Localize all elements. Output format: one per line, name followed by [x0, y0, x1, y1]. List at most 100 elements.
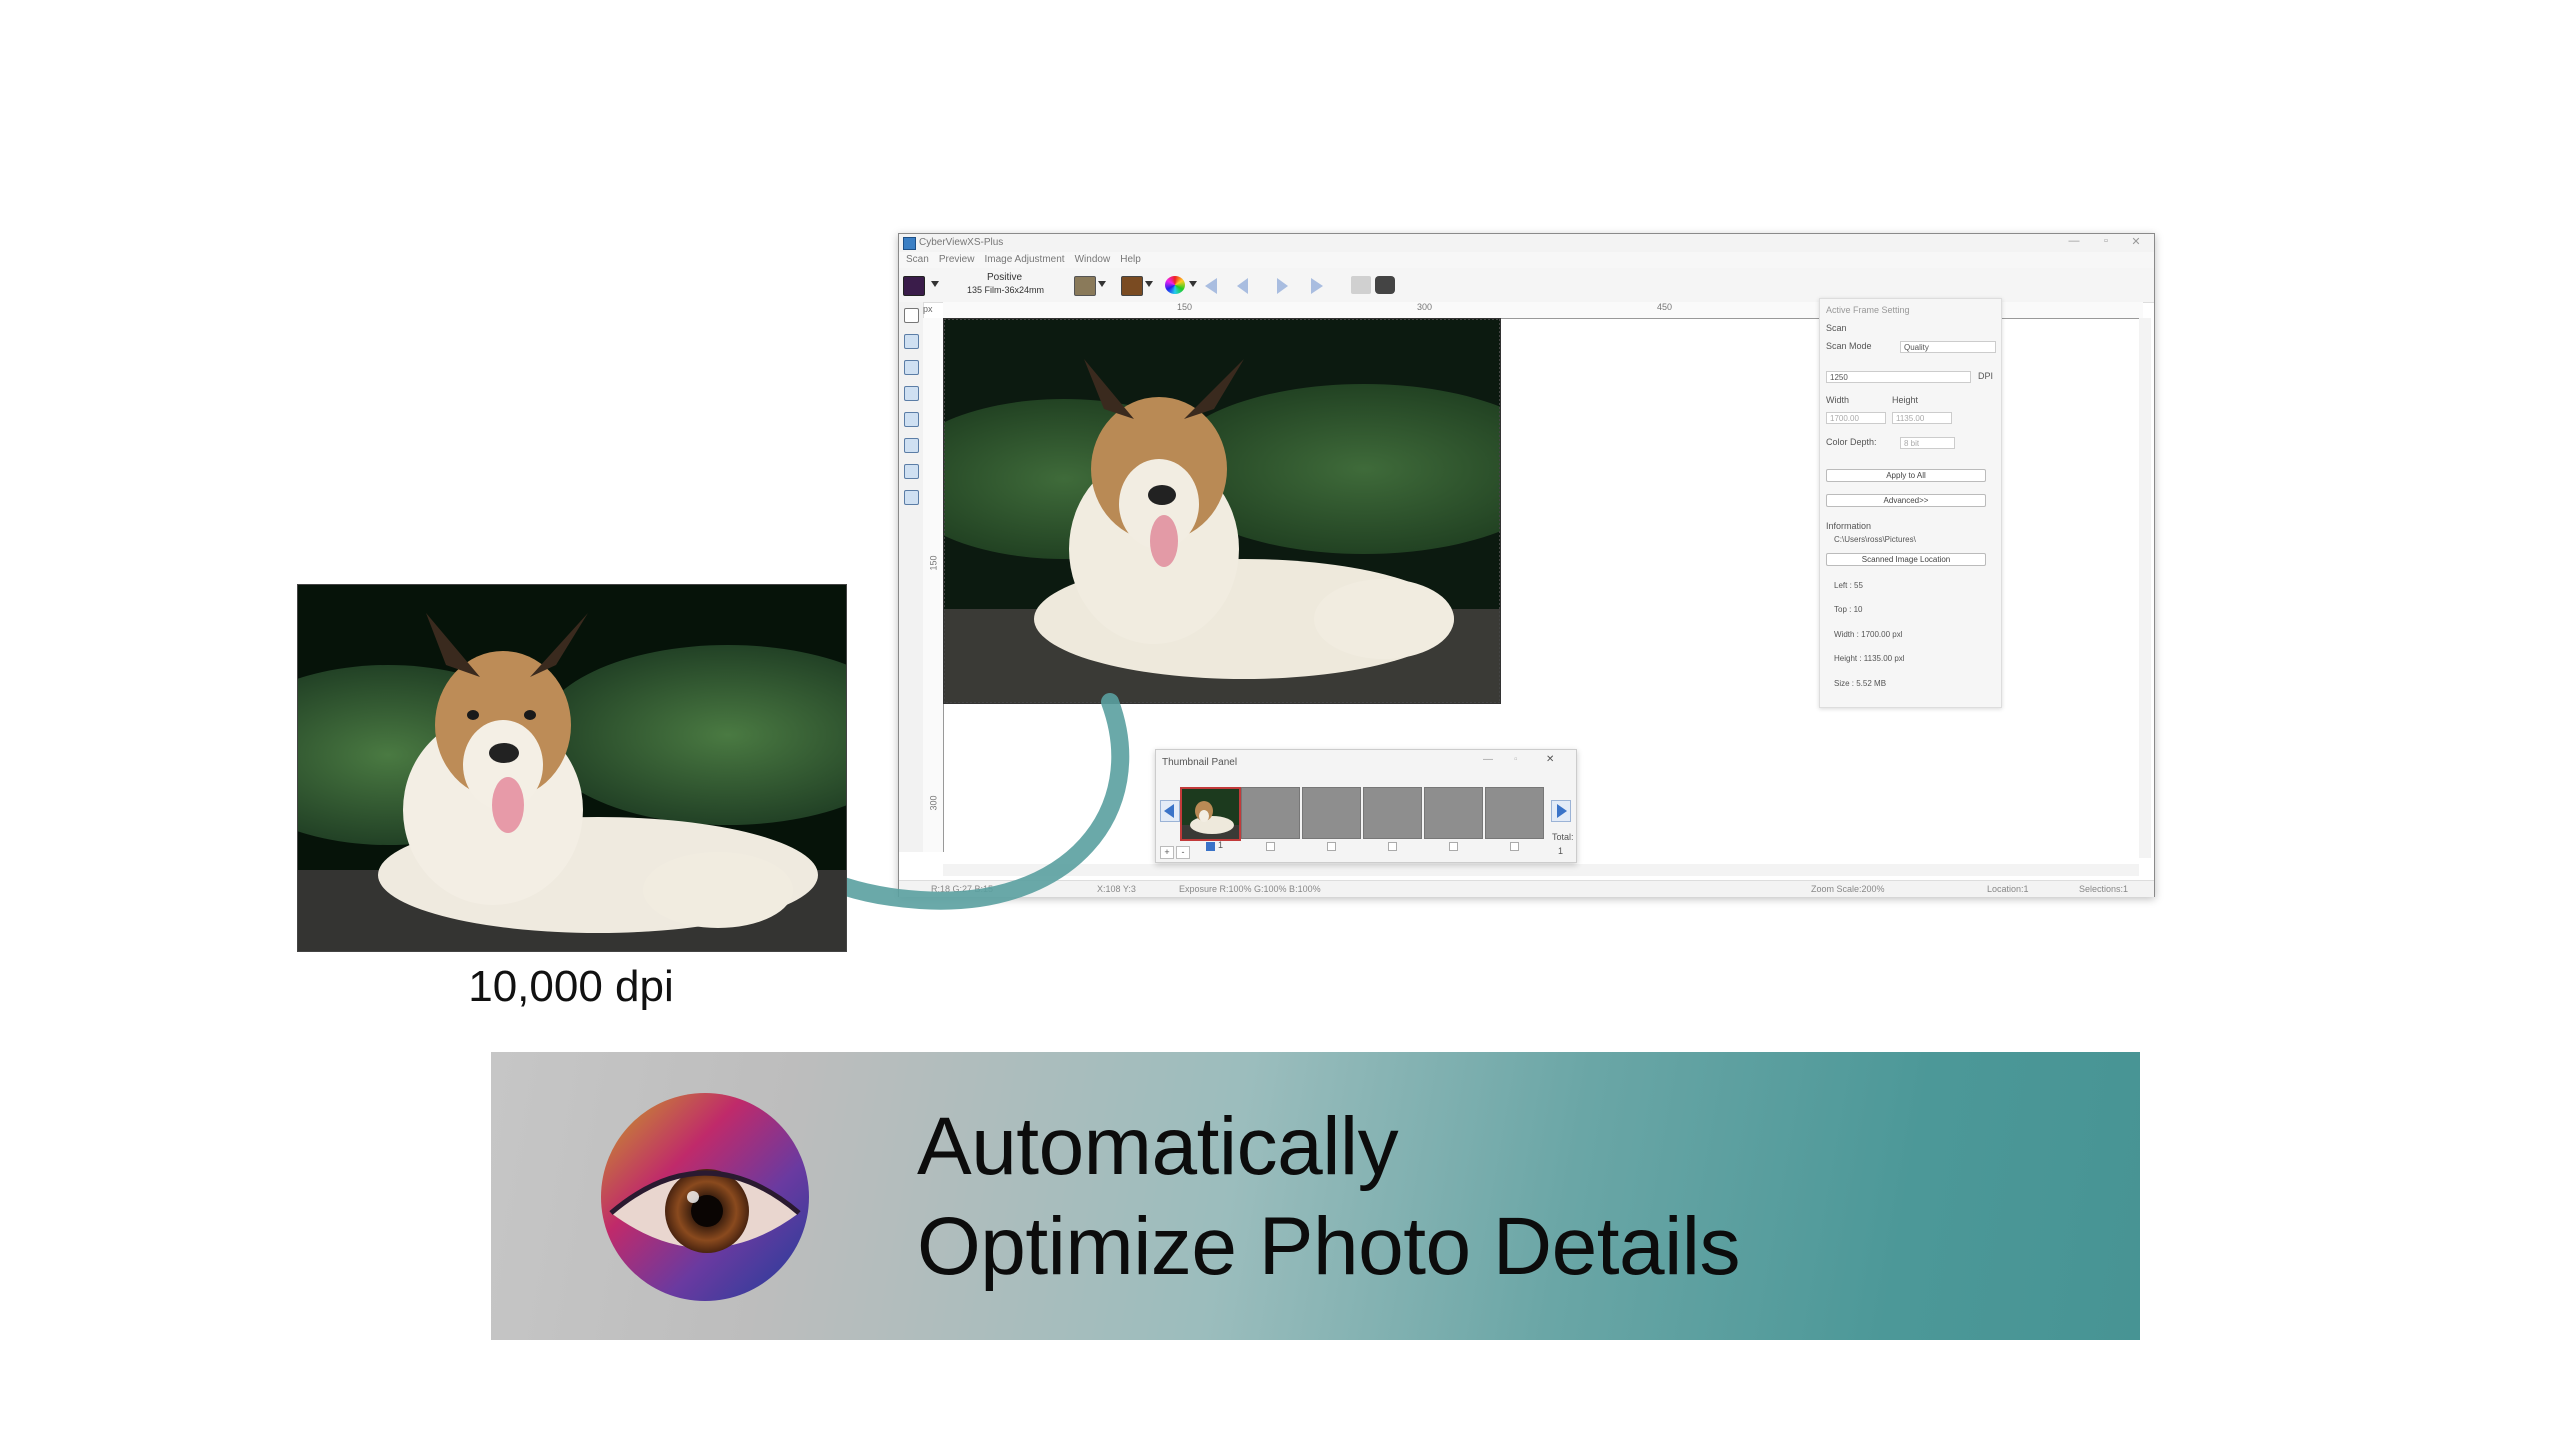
section-scan: Scan: [1826, 323, 1847, 333]
color-wheel-icon[interactable]: [1165, 276, 1185, 294]
hand-tool-icon[interactable]: [1351, 276, 1371, 294]
information-label: Information: [1826, 521, 1872, 531]
eye-logo: [601, 1093, 809, 1301]
scan-mode-label: Scan Mode: [1826, 341, 1872, 351]
maximize-icon[interactable]: ▫: [1514, 754, 1518, 765]
thumbnail-empty[interactable]: [1485, 787, 1544, 839]
height-label: Height: [1892, 395, 1919, 405]
menu-image-adjustment[interactable]: Image Adjustment: [985, 254, 1065, 265]
close-icon[interactable]: ✕: [2121, 235, 2151, 248]
top-info: Top : 10: [1834, 605, 1863, 614]
thumbnail-number: 1: [1218, 840, 1224, 850]
total-value: 1: [1558, 846, 1564, 856]
thumbnail-empty[interactable]: [1363, 787, 1422, 839]
maximize-icon[interactable]: ▫: [2091, 235, 2121, 247]
ruler-tick-label: 150: [928, 555, 939, 571]
thumbnail-frame[interactable]: [1180, 787, 1241, 841]
ruler-tick-label: 450: [1657, 302, 1673, 312]
thumbnail-checkbox[interactable]: [1327, 842, 1336, 851]
select-tool-icon[interactable]: [904, 308, 919, 323]
menu-scan[interactable]: Scan: [906, 254, 929, 265]
crop-icon[interactable]: [904, 438, 919, 453]
preview-thumb-icon[interactable]: [903, 276, 925, 296]
color-depth-select[interactable]: 8 bit: [1900, 437, 1955, 449]
status-selections: Selections:1: [2079, 884, 2129, 894]
zoom-out-icon[interactable]: [904, 360, 919, 375]
thumbnail-checkbox[interactable]: [1388, 842, 1397, 851]
add-icon[interactable]: +: [1160, 846, 1174, 859]
arrow-right-icon: [1557, 804, 1567, 818]
eye-image: [601, 1093, 809, 1301]
rotate-icon[interactable]: [904, 386, 919, 401]
ruler-tick-label: 150: [1177, 302, 1193, 312]
headline-line-2: Optimize Photo Details: [917, 1201, 1741, 1292]
prev-thumb-button[interactable]: [1160, 800, 1180, 822]
next-thumb-button[interactable]: [1551, 800, 1571, 822]
thumbnail-empty[interactable]: [1302, 787, 1361, 839]
chevron-down-icon[interactable]: [1145, 281, 1153, 287]
arrow-left-icon: [1164, 804, 1174, 818]
height-field[interactable]: 1135.00: [1892, 412, 1952, 424]
width-label: Width: [1826, 395, 1850, 405]
dog-photo-preview: [944, 319, 1500, 703]
headline-line-1: Automatically: [917, 1101, 1399, 1192]
next-frame-icon[interactable]: [1277, 278, 1288, 294]
close-icon[interactable]: ✕: [1546, 754, 1554, 765]
menu-bar: Scan Preview Image Adjustment Window Hel…: [899, 252, 2154, 268]
first-frame-icon[interactable]: [1205, 278, 1217, 294]
apply-to-all-button[interactable]: Apply to All: [1826, 469, 1986, 482]
ruler-tick-label: 300: [1417, 302, 1433, 312]
size-info: Size : 5.52 MB: [1834, 679, 1887, 688]
chevron-down-icon[interactable]: [931, 281, 939, 287]
thumbnail-checkbox[interactable]: [1266, 842, 1275, 851]
scan-mode-select[interactable]: Quality: [1900, 341, 1996, 353]
title-bar: CyberViewXS-Plus — ▫ ✕: [899, 234, 2154, 252]
ruler-unit: px: [923, 304, 933, 314]
dpi-select[interactable]: 1250: [1826, 371, 1971, 383]
menu-help[interactable]: Help: [1120, 254, 1141, 265]
thumbnail-empty[interactable]: [1241, 787, 1300, 839]
advanced-button[interactable]: Advanced>>: [1826, 494, 1986, 507]
settings-gear-icon[interactable]: [1375, 276, 1395, 294]
thumbnail-checkbox[interactable]: [1206, 842, 1215, 851]
width-info: Width : 1700.00 pxl: [1834, 630, 1903, 639]
last-frame-icon[interactable]: [1311, 278, 1323, 294]
thumbnail-empty[interactable]: [1424, 787, 1483, 839]
panel-title: Active Frame Setting: [1826, 305, 1910, 315]
active-frame-setting-panel: Active Frame Setting Scan Scan Mode Qual…: [1819, 298, 2002, 708]
thumbnail-checkbox[interactable]: [1449, 842, 1458, 851]
dog-photo: [298, 585, 846, 951]
minimize-icon[interactable]: —: [1483, 754, 1493, 765]
scanned-image-location-button[interactable]: Scanned Image Location: [1826, 553, 1986, 566]
chevron-down-icon[interactable]: [1098, 281, 1106, 287]
film-strip-icon[interactable]: [1121, 276, 1143, 296]
menu-preview[interactable]: Preview: [939, 254, 975, 265]
preview-image[interactable]: [943, 318, 1501, 704]
status-exposure: Exposure R:100% G:100% B:100%: [1179, 884, 1321, 894]
thumbnail-panel: Thumbnail Panel — ▫ ✕ 1 + - Total: 1: [1155, 749, 1577, 863]
zoom-in-icon[interactable]: [904, 334, 919, 349]
scanner-icon[interactable]: [1074, 276, 1096, 296]
prev-frame-icon[interactable]: [1237, 278, 1248, 294]
total-label: Total:: [1552, 832, 1574, 842]
thumbnail-panel-title: Thumbnail Panel: [1162, 757, 1238, 768]
status-zoom: Zoom Scale:200%: [1811, 884, 1885, 894]
dpi-unit: DPI: [1978, 371, 1994, 381]
minimize-icon[interactable]: —: [2059, 235, 2089, 247]
thumbnail-checkbox[interactable]: [1510, 842, 1519, 851]
vertical-scrollbar[interactable]: [2139, 318, 2151, 858]
menu-window[interactable]: Window: [1075, 254, 1111, 265]
fit-icon[interactable]: [904, 490, 919, 505]
dog-thumbnail: [1182, 789, 1239, 839]
flip-icon[interactable]: [904, 412, 919, 427]
remove-icon[interactable]: -: [1176, 846, 1190, 859]
chevron-down-icon[interactable]: [1189, 281, 1197, 287]
width-field[interactable]: 1700.00: [1826, 412, 1886, 424]
window-title: CyberViewXS-Plus: [919, 237, 1004, 248]
arrow-shaft: [791, 693, 1130, 910]
high-res-photo: [297, 584, 847, 952]
height-info: Height : 1135.00 pxl: [1834, 654, 1905, 663]
left-info: Left : 55: [1834, 581, 1863, 590]
mirror-icon[interactable]: [904, 464, 919, 479]
path-text: C:\Users\ross\Pictures\: [1834, 535, 1916, 544]
